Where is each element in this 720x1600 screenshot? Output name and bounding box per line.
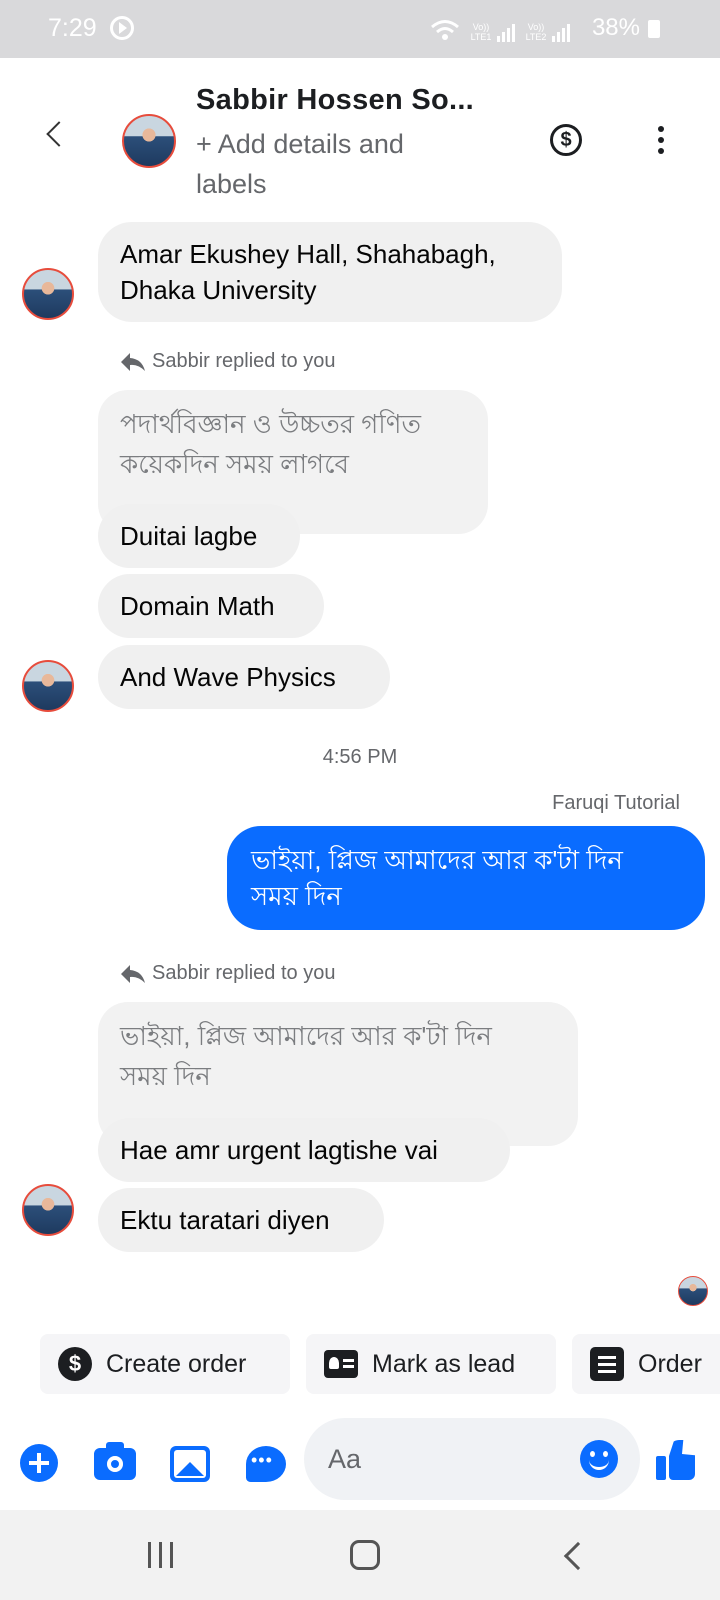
thumbs-up-icon[interactable] bbox=[656, 1440, 696, 1482]
message-text: And Wave Physics bbox=[120, 662, 336, 692]
chip-label: Create order bbox=[106, 1349, 247, 1378]
back-button[interactable] bbox=[40, 120, 70, 150]
contact-avatar[interactable] bbox=[122, 114, 176, 168]
contact-name[interactable]: Sabbir Hossen So... bbox=[196, 84, 474, 117]
reply-icon bbox=[121, 965, 145, 983]
gallery-icon[interactable] bbox=[170, 1446, 210, 1482]
system-back-button[interactable] bbox=[560, 1542, 584, 1568]
sender-avatar[interactable] bbox=[22, 268, 74, 320]
message-line: Dhaka University bbox=[120, 275, 317, 305]
quoted-line: সময় দিন bbox=[120, 1061, 211, 1091]
dollar-circle-icon: $ bbox=[58, 1347, 92, 1381]
chip-label: Order bbox=[638, 1349, 702, 1378]
message-line: ভাইয়া, প্লিজ আমাদের আর ক'টা দিন bbox=[251, 845, 623, 875]
status-time: 7:29 bbox=[48, 14, 97, 42]
message-text: Hae amr urgent lagtishe vai bbox=[120, 1135, 438, 1165]
message-text: Domain Math bbox=[120, 591, 275, 621]
chat-bubble-icon[interactable] bbox=[246, 1446, 286, 1482]
list-icon bbox=[590, 1347, 624, 1381]
conversation-header: Sabbir Hossen So... + Add details and la… bbox=[0, 58, 720, 208]
emoji-icon[interactable] bbox=[580, 1440, 618, 1478]
message-input[interactable] bbox=[328, 1418, 578, 1500]
incoming-message[interactable]: Hae amr urgent lagtishe vai bbox=[98, 1118, 510, 1182]
incoming-message[interactable]: And Wave Physics bbox=[98, 645, 390, 709]
payment-button[interactable]: $ bbox=[550, 124, 582, 156]
reply-label-text: Sabbir replied to you bbox=[152, 962, 336, 984]
system-navigation-bar bbox=[0, 1510, 720, 1600]
message-input-box[interactable] bbox=[304, 1418, 640, 1500]
mark-as-lead-button[interactable]: Mark as lead bbox=[306, 1334, 556, 1394]
wifi-icon bbox=[431, 20, 459, 40]
message-line: Amar Ekushey Hall, Shahabagh, bbox=[120, 239, 496, 269]
incoming-message[interactable]: Duitai lagbe bbox=[98, 504, 300, 568]
status-bar: 7:29 Vo)) LTE1 Vo)) LTE2 38% bbox=[0, 0, 720, 58]
sender-avatar[interactable] bbox=[22, 660, 74, 712]
signal-indicators: Vo)) LTE1 Vo)) LTE2 bbox=[430, 14, 570, 42]
message-composer bbox=[0, 1410, 720, 1510]
create-order-button[interactable]: $ Create order bbox=[40, 1334, 290, 1394]
quoted-line: কয়েকদিন সময় লাগবে bbox=[120, 449, 350, 479]
reply-label: Sabbir replied to you bbox=[120, 350, 335, 373]
add-details-link[interactable]: + Add details and labels bbox=[196, 124, 456, 204]
reply-label: Sabbir replied to you bbox=[120, 962, 335, 985]
battery-percent: 38% bbox=[591, 14, 640, 41]
incoming-message[interactable]: Domain Math bbox=[98, 574, 324, 638]
sender-label: Faruqi Tutorial bbox=[552, 792, 680, 814]
order-button[interactable]: Order bbox=[572, 1334, 720, 1394]
contact-card-icon bbox=[324, 1350, 358, 1378]
sim2-signal-icon: Vo)) LTE2 bbox=[523, 22, 570, 42]
reply-icon bbox=[121, 353, 145, 371]
chip-label: Mark as lead bbox=[372, 1349, 516, 1378]
camera-icon[interactable] bbox=[94, 1442, 136, 1480]
incoming-message[interactable]: Ektu taratari diyen bbox=[98, 1188, 384, 1252]
message-text: Ektu taratari diyen bbox=[120, 1205, 330, 1235]
sync-icon bbox=[110, 16, 134, 40]
incoming-message[interactable]: Amar Ekushey Hall, Shahabagh, Dhaka Univ… bbox=[98, 222, 562, 322]
message-line: সময় দিন bbox=[251, 881, 342, 911]
quoted-line: ভাইয়া, প্লিজ আমাদের আর ক'টা দিন bbox=[120, 1021, 492, 1051]
home-button[interactable] bbox=[350, 1540, 380, 1570]
more-options-button[interactable] bbox=[658, 126, 666, 156]
plus-icon[interactable] bbox=[20, 1444, 58, 1482]
dollar-icon: $ bbox=[560, 129, 572, 151]
seen-indicator-avatar bbox=[678, 1276, 708, 1306]
recents-button[interactable] bbox=[148, 1542, 178, 1570]
sim1-label: Vo)) LTE1 bbox=[470, 22, 492, 42]
outgoing-message[interactable]: ভাইয়া, প্লিজ আমাদের আর ক'টা দিন সময় দি… bbox=[227, 826, 705, 930]
message-text: Duitai lagbe bbox=[120, 521, 258, 551]
reply-label-text: Sabbir replied to you bbox=[152, 350, 336, 372]
sim1-signal-icon: Vo)) LTE1 bbox=[468, 22, 515, 42]
quick-actions-bar: $ Create order Mark as lead Order bbox=[0, 1330, 720, 1396]
battery-icon bbox=[648, 20, 660, 38]
time-separator: 4:56 PM bbox=[322, 746, 398, 768]
sender-avatar[interactable] bbox=[22, 1184, 74, 1236]
quoted-line: পদার্থবিজ্ঞান ও উচ্চতর গণিত bbox=[120, 409, 421, 439]
sim2-label: Vo)) LTE2 bbox=[525, 22, 547, 42]
